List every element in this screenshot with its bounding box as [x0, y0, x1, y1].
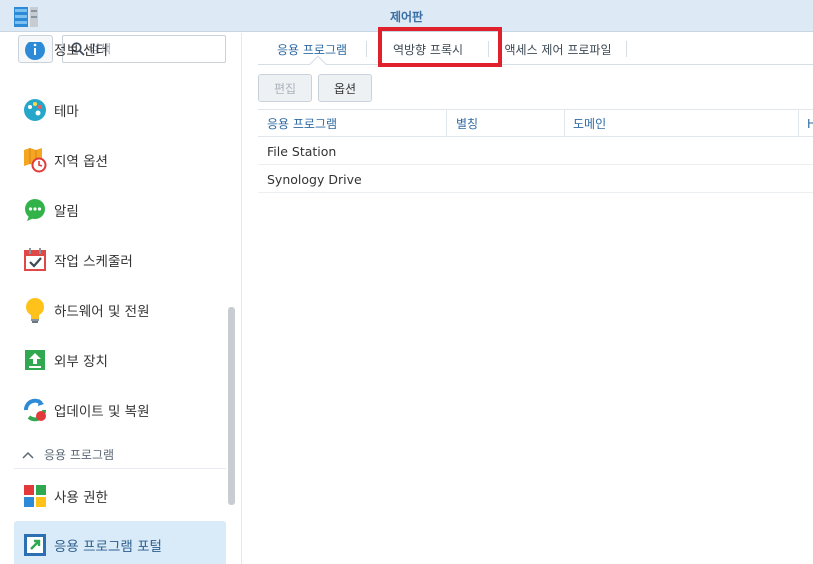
main-panel: 응용 프로그램 역방향 프록시 액세스 제어 프로파일 편집 옵션 응용 프로그… — [242, 27, 813, 564]
calendar-check-icon — [22, 247, 48, 273]
section-label: 응용 프로그램 — [44, 448, 115, 462]
lightbulb-icon — [22, 297, 48, 323]
sidebar-item-label: 응용 프로그램 포털 — [54, 539, 162, 555]
sidebar-item-regional-options[interactable]: 지역 옵션 — [14, 139, 226, 181]
section-header-applications[interactable]: 응용 프로그램 — [14, 441, 226, 469]
column-separator — [798, 110, 799, 137]
sidebar-item-hardware-power[interactable]: 하드웨어 및 전원 — [14, 289, 226, 331]
tab-divider — [626, 41, 627, 57]
table-row[interactable]: File Station — [258, 137, 813, 165]
sidebar-item-label: 작업 스케줄러 — [54, 254, 133, 270]
sidebar-item-update-restore[interactable]: 업데이트 및 복원 — [14, 389, 226, 431]
cell-application: File Station — [267, 143, 337, 159]
sidebar: 정보 센터 테마 지역 옵션 알림 작업 스케줄러 하드웨어 및 전원 — [0, 33, 242, 564]
tab-access-control-profile[interactable]: 액세스 제어 프로파일 — [490, 33, 626, 65]
options-button[interactable]: 옵션 — [318, 74, 372, 102]
sidebar-item-label: 외부 장치 — [54, 354, 108, 370]
sidebar-item-label: 하드웨어 및 전원 — [54, 304, 150, 320]
sidebar-item-label: 지역 옵션 — [54, 154, 108, 170]
sidebar-item-info-center[interactable]: 정보 센터 — [14, 42, 226, 70]
column-separator — [446, 110, 447, 137]
sidebar-item-application-portal[interactable]: 응용 프로그램 포털 — [14, 521, 226, 564]
tab-divider — [366, 41, 367, 57]
column-header-h[interactable]: H — [807, 110, 813, 137]
column-header-alias[interactable]: 별칭 — [456, 110, 478, 137]
sidebar-item-label: 업데이트 및 복원 — [54, 404, 150, 420]
column-header-domain[interactable]: 도메인 — [573, 110, 606, 137]
sidebar-scrollbar[interactable] — [228, 307, 235, 505]
table-header: 응용 프로그램 별칭 도메인 H — [258, 109, 813, 137]
sidebar-item-task-scheduler[interactable]: 작업 스케줄러 — [14, 239, 226, 281]
column-separator — [564, 110, 565, 137]
sidebar-item-label: 사용 권한 — [54, 490, 108, 506]
portal-icon — [22, 532, 48, 558]
sidebar-item-notification[interactable]: 알림 — [14, 189, 226, 231]
upload-icon — [22, 347, 48, 373]
refresh-icon — [22, 397, 48, 423]
map-clock-icon — [22, 147, 48, 173]
sidebar-item-label: 정보 센터 — [54, 43, 108, 59]
sidebar-item-external-devices[interactable]: 외부 장치 — [14, 339, 226, 381]
palette-icon — [22, 97, 48, 123]
sidebar-item-theme[interactable]: 테마 — [14, 89, 226, 131]
window-title: 제어판 — [389, 10, 424, 24]
sidebar-item-privileges[interactable]: 사용 권한 — [14, 475, 226, 517]
chevron-up-icon — [22, 451, 34, 459]
highlight-annotation — [378, 27, 502, 67]
edit-button[interactable]: 편집 — [258, 74, 312, 102]
sidebar-item-label: 테마 — [54, 104, 79, 120]
table-row[interactable]: Synology Drive — [258, 165, 813, 193]
column-header-application[interactable]: 응용 프로그램 — [267, 110, 337, 137]
chat-bubble-icon — [22, 197, 48, 223]
sidebar-item-label: 알림 — [54, 204, 79, 220]
info-icon — [22, 42, 48, 63]
cell-application: Synology Drive — [267, 171, 362, 187]
tab-bar: 응용 프로그램 역방향 프록시 액세스 제어 프로파일 — [258, 27, 813, 73]
privileges-icon — [22, 483, 48, 509]
